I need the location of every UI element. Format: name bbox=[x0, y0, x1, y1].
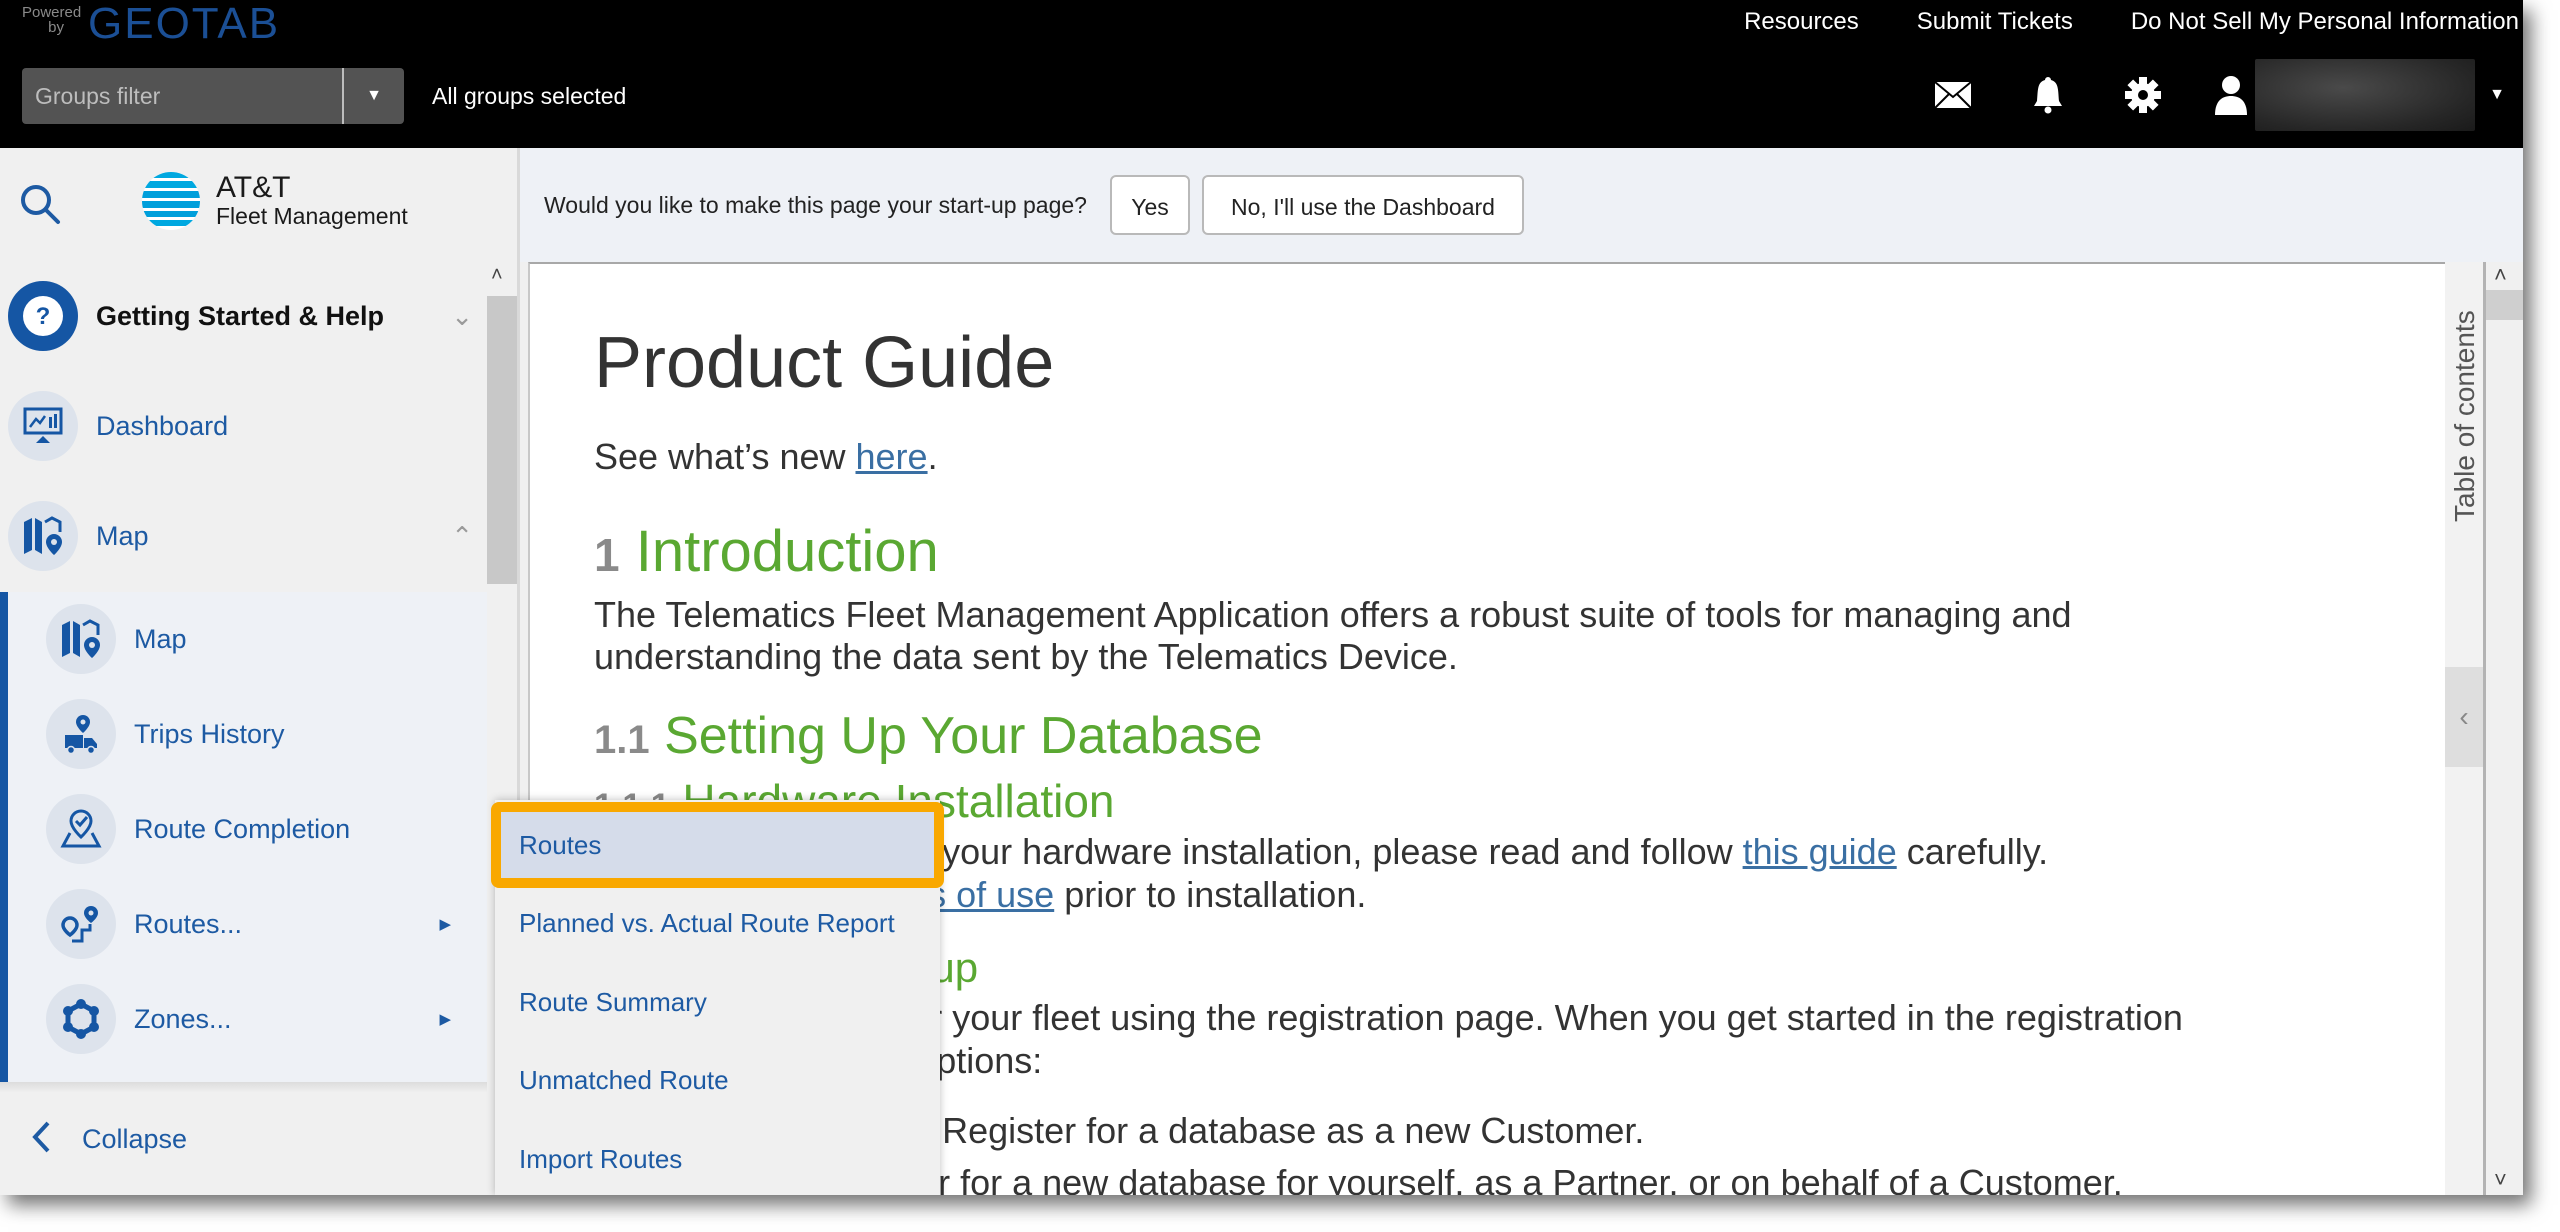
sidebar-subitem-route-completion[interactable]: Route Completion bbox=[46, 794, 487, 864]
whats-new-link[interactable]: here bbox=[856, 436, 928, 477]
geotab-brand: Powered by GEOTAB bbox=[22, 0, 281, 48]
help-icon: ? bbox=[8, 281, 78, 351]
sidebar: AT&T Fleet Management ˄ ? Getting Starte… bbox=[0, 148, 520, 1195]
submit-tickets-link[interactable]: Submit Tickets bbox=[1917, 6, 2073, 38]
sidebar-subitem-trips-history[interactable]: Trips History bbox=[46, 699, 487, 769]
logo-att-text: AT&T bbox=[216, 171, 291, 204]
submenu-arrow-icon: ▶ bbox=[439, 916, 451, 933]
section-number: 1 bbox=[594, 529, 620, 581]
this-guide-link[interactable]: this guide bbox=[1743, 831, 1897, 872]
user-icon[interactable] bbox=[2211, 75, 2251, 115]
chevron-left-icon bbox=[30, 1120, 52, 1159]
bell-icon[interactable] bbox=[2028, 75, 2068, 115]
menu-item-planned-vs-actual[interactable]: Planned vs. Actual Route Report bbox=[495, 884, 940, 962]
menu-item-routes[interactable]: Routes bbox=[491, 802, 944, 888]
sidebar-item-label: Map bbox=[96, 520, 149, 551]
document-scroll-thumb[interactable] bbox=[2486, 290, 2523, 320]
groups-filter-input[interactable]: Groups filter bbox=[22, 68, 342, 124]
sidebar-subitem-map[interactable]: Map bbox=[46, 604, 487, 674]
menu-item-route-summary[interactable]: Route Summary bbox=[495, 963, 940, 1041]
option-text: — Register for a new database for yourse… bbox=[760, 1162, 2123, 1195]
gear-icon[interactable] bbox=[2123, 75, 2163, 115]
startup-page-banner: Would you like to make this page your st… bbox=[520, 148, 2523, 262]
sidebar-item-label: Trips History bbox=[134, 718, 285, 749]
section-number: 1.1 bbox=[594, 718, 650, 762]
period-text: . bbox=[927, 436, 938, 477]
app-window: Powered by GEOTAB Resources Submit Ticke… bbox=[0, 0, 2523, 1195]
sidebar-item-label: Dashboard bbox=[96, 410, 229, 441]
menu-item-import-routes[interactable]: Import Routes bbox=[495, 1120, 940, 1195]
route-completion-icon bbox=[46, 794, 116, 864]
scroll-down-icon[interactable]: ˅ bbox=[2494, 1167, 2507, 1193]
use-dashboard-button[interactable]: No, I'll use the Dashboard bbox=[1202, 175, 1524, 235]
intro-paragraph: The Telematics Fleet Management Applicat… bbox=[594, 594, 2072, 678]
caret-down-icon: ▼ bbox=[366, 87, 382, 104]
scroll-up-icon[interactable]: ˄ bbox=[2494, 262, 2507, 288]
logo-fleet-text: Fleet Management bbox=[216, 203, 408, 229]
user-name-redacted[interactable] bbox=[2255, 59, 2476, 131]
top-header: Powered by GEOTAB Resources Submit Ticke… bbox=[0, 0, 2523, 148]
option-text: — Register for a database as a new Custo… bbox=[886, 1110, 1645, 1151]
sidebar-item-label: Zones... bbox=[134, 1003, 232, 1034]
trips-history-icon bbox=[46, 699, 116, 769]
hardware-text: prior to installation. bbox=[1054, 874, 1367, 915]
sidebar-item-label: Map bbox=[134, 623, 187, 654]
search-icon[interactable] bbox=[18, 182, 62, 231]
toc-label[interactable]: Table of contents bbox=[2449, 282, 2481, 522]
heading-text: Introduction bbox=[635, 519, 939, 584]
chevron-up-icon[interactable]: ⌃ bbox=[451, 521, 473, 552]
sidebar-subitem-zones[interactable]: Zones... ▶ bbox=[46, 984, 487, 1054]
whats-new-text: See what’s new bbox=[594, 436, 856, 477]
document-scrollbar[interactable]: ˄ ˅ bbox=[2486, 262, 2523, 1195]
heading-text: Setting Up Your Database bbox=[664, 707, 1263, 765]
map-icon bbox=[46, 604, 116, 674]
sidebar-item-getting-started[interactable]: ? Getting Started & Help ⌄ bbox=[8, 281, 495, 351]
sidebar-divider bbox=[0, 1082, 487, 1092]
do-not-sell-link[interactable]: Do Not Sell My Personal Information bbox=[2131, 6, 2519, 38]
submenu-active-bar bbox=[0, 592, 8, 1082]
map-submenu: Map Trips History Route Completion Route… bbox=[0, 592, 487, 1082]
hardware-text: carefully. bbox=[1896, 831, 2049, 872]
routes-submenu-popup: Routes Planned vs. Actual Route Report R… bbox=[491, 800, 944, 1195]
groups-status: All groups selected bbox=[432, 83, 627, 109]
collapse-label: Collapse bbox=[82, 1124, 188, 1154]
sidebar-item-map[interactable]: Map ⌃ bbox=[8, 501, 495, 571]
geotab-logo: GEOTAB bbox=[88, 0, 281, 48]
top-links: Resources Submit Tickets Do Not Sell My … bbox=[1686, 6, 2523, 38]
sidebar-item-label: Routes... bbox=[134, 908, 243, 939]
powered-by-label: Powered by bbox=[22, 4, 82, 36]
user-menu-caret-icon[interactable]: ▼ bbox=[2489, 86, 2505, 104]
att-globe-icon bbox=[142, 172, 200, 230]
collapse-button[interactable]: Collapse bbox=[30, 1120, 187, 1159]
menu-item-unmatched-route[interactable]: Unmatched Route bbox=[495, 1041, 940, 1119]
yes-button[interactable]: Yes bbox=[1110, 175, 1190, 235]
groups-filter[interactable]: Groups filter ▼ bbox=[22, 68, 404, 124]
sidebar-subitem-routes[interactable]: Routes... ▶ bbox=[46, 889, 487, 959]
groups-filter-dropdown-button[interactable]: ▼ bbox=[342, 68, 404, 124]
sidebar-item-label: Route Completion bbox=[134, 813, 351, 844]
whats-new-paragraph: See what’s new here. bbox=[594, 436, 938, 478]
chevron-down-icon[interactable]: ⌄ bbox=[451, 301, 473, 332]
dashboard-icon bbox=[8, 391, 78, 461]
map-icon bbox=[8, 501, 78, 571]
intro-line: The Telematics Fleet Management Applicat… bbox=[594, 594, 2072, 635]
resources-link[interactable]: Resources bbox=[1744, 6, 1859, 38]
chevron-left-icon: ‹ bbox=[2459, 701, 2469, 732]
page-title: Product Guide bbox=[594, 323, 1055, 403]
mail-icon[interactable] bbox=[1933, 75, 1973, 115]
heading-introduction: 1 Introduction bbox=[594, 518, 939, 585]
sidebar-item-label: Getting Started & Help bbox=[96, 300, 385, 331]
sidebar-item-dashboard[interactable]: Dashboard bbox=[8, 391, 495, 461]
table-of-contents-panel[interactable]: Table of contents ‹ bbox=[2445, 262, 2486, 1195]
att-logo: AT&T Fleet Management bbox=[140, 170, 408, 232]
heading-setting-up-database: 1.1 Setting Up Your Database bbox=[594, 706, 1263, 766]
svg-text:?: ? bbox=[36, 303, 51, 330]
startup-question: Would you like to make this page your st… bbox=[544, 192, 1087, 218]
zones-icon bbox=[46, 984, 116, 1054]
intro-line: understanding the data sent by the Telem… bbox=[594, 636, 1458, 677]
routes-icon bbox=[46, 889, 116, 959]
header-icons: ▼ bbox=[1878, 59, 2523, 131]
submenu-arrow-icon: ▶ bbox=[439, 1011, 451, 1028]
toc-expand-button[interactable]: ‹ bbox=[2445, 667, 2483, 767]
